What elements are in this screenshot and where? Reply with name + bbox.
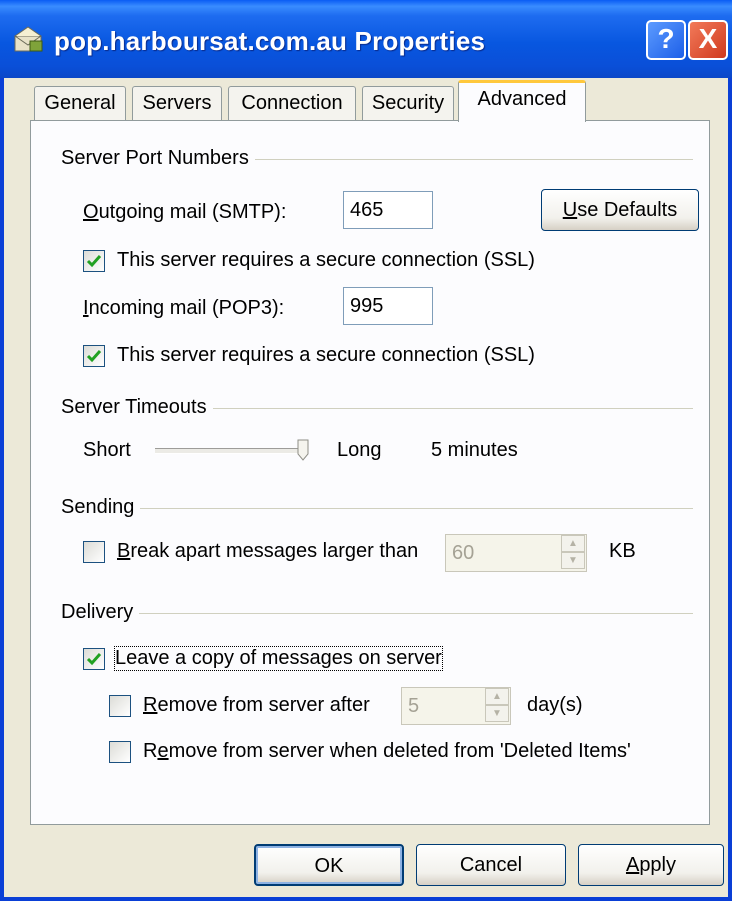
remove-deleted-checkbox[interactable] [109,741,131,763]
group-divider [61,613,693,614]
mail-account-icon [14,26,43,52]
smtp-ssl-label: This server requires a secure connection… [117,249,535,271]
break-apart-spinner: ▲ ▼ [561,535,585,571]
checkmark-icon [86,653,102,666]
leave-copy-checkbox[interactable] [83,648,105,670]
timeout-slider-track[interactable] [155,448,307,454]
pop3-ssl-checkbox[interactable] [83,345,105,367]
close-button[interactable]: X [688,20,728,60]
pop3-port-input[interactable]: 995 [343,287,433,325]
timeout-slider-thumb[interactable] [297,439,309,461]
tab-servers[interactable]: Servers [132,86,222,120]
ok-button[interactable]: OK [254,844,404,886]
smtp-port-label: Outgoing mail (SMTP): [83,201,287,223]
checkmark-icon [86,255,102,268]
timeout-short-label: Short [83,439,131,461]
break-apart-checkbox[interactable] [83,541,105,563]
cancel-button[interactable]: Cancel [416,844,566,886]
timeout-long-label: Long [337,439,382,461]
break-apart-unit: KB [609,540,636,562]
window-title: pop.harboursat.com.au Properties [54,26,486,56]
remove-after-spinner: ▲ ▼ [485,688,509,724]
remove-after-label: Remove from server after [143,694,370,716]
break-apart-label: Break apart messages larger than [117,540,419,562]
tab-advanced[interactable]: Advanced [458,80,586,122]
use-defaults-button[interactable]: Use Defaults [541,189,699,231]
group-divider [61,508,693,509]
remove-after-unit: day(s) [527,694,583,716]
remove-deleted-label: Remove from server when deleted from 'De… [143,740,631,762]
delivery-heading: Delivery [61,601,140,624]
tab-general[interactable]: General [34,86,126,120]
sending-heading: Sending [61,496,141,519]
server-port-numbers-heading: Server Port Numbers [61,147,255,170]
apply-button[interactable]: Apply [578,844,724,886]
smtp-port-input[interactable]: 465 [343,191,433,229]
checkmark-icon [86,350,102,363]
title-bar[interactable]: pop.harboursat.com.au Properties ? X [0,0,732,78]
remove-after-days-input: 5 ▲ ▼ [401,687,511,725]
pop3-port-label: Incoming mail (POP3): [83,297,285,319]
timeout-value: 5 minutes [431,439,518,461]
leave-copy-label: Leave a copy of messages on server [114,646,443,671]
tab-connection[interactable]: Connection [228,86,356,120]
properties-dialog: pop.harboursat.com.au Properties ? X Gen… [0,0,732,901]
pop3-ssl-label: This server requires a secure connection… [117,344,535,366]
remove-after-checkbox[interactable] [109,695,131,717]
server-timeouts-heading: Server Timeouts [61,396,213,419]
advanced-tab-panel: Server Port Numbers Outgoing mail (SMTP)… [30,120,710,825]
tab-security[interactable]: Security [362,86,454,120]
help-button[interactable]: ? [646,20,686,60]
break-apart-size-input: 60 ▲ ▼ [445,534,587,572]
smtp-ssl-checkbox[interactable] [83,250,105,272]
